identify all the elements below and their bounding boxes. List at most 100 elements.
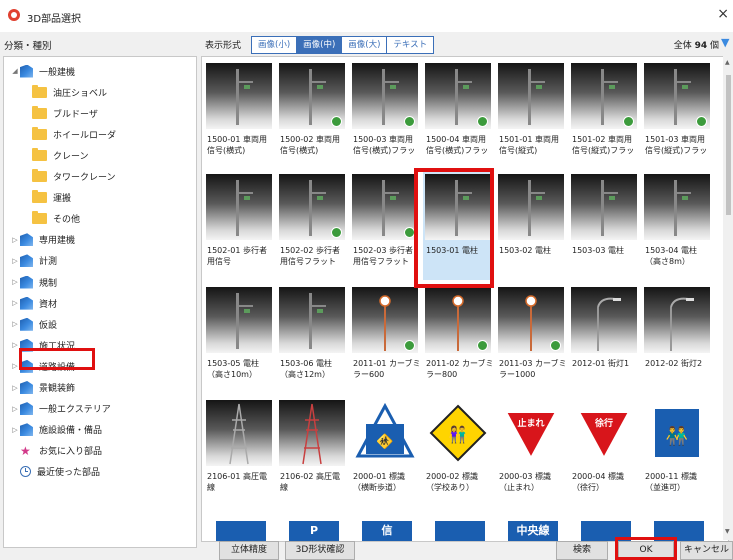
- part-item[interactable]: 1503-06 電柱 （高さ12m）: [277, 283, 347, 393]
- collapsed-arrow-icon[interactable]: ▷: [10, 384, 20, 392]
- folder-icon: [32, 84, 47, 98]
- flat-badge-icon: [331, 227, 342, 238]
- part-label: 2000-01 標識 （横断歩道）: [353, 472, 405, 492]
- folder-icon: [32, 126, 47, 140]
- tree-item[interactable]: ▷ 計測: [10, 251, 57, 271]
- part-thumbnail-partial[interactable]: [425, 511, 491, 541]
- solid-precision-button[interactable]: 立体精度: [219, 541, 279, 560]
- part-thumbnail: [206, 174, 272, 240]
- display-mode-option[interactable]: テキスト: [387, 37, 434, 53]
- flat-badge-icon: [623, 116, 634, 127]
- collapsed-arrow-icon[interactable]: ▷: [10, 405, 20, 413]
- tree-item[interactable]: 最近使った部品: [10, 462, 100, 482]
- scroll-thumb[interactable]: [726, 75, 731, 215]
- collapsed-arrow-icon[interactable]: ▷: [10, 320, 20, 328]
- tree-item-label: 一般建機: [39, 67, 76, 78]
- folder-icon: [32, 147, 47, 161]
- part-item[interactable]: 1502-01 歩行者 用信号: [204, 170, 274, 280]
- svg-text:🚸: 🚸: [376, 433, 393, 450]
- part-item[interactable]: 2012-02 街灯2: [642, 283, 712, 393]
- tree-item[interactable]: タワークレーン: [32, 167, 116, 187]
- tree-item[interactable]: ▷ 景観装飾: [10, 378, 75, 398]
- part-thumbnail: [571, 63, 637, 129]
- collapsed-arrow-icon[interactable]: ▷: [10, 278, 20, 286]
- part-item[interactable]: 1503-03 電柱: [569, 170, 639, 280]
- tree-item-label: 専用建機: [39, 236, 76, 247]
- part-thumbnail-partial[interactable]: 信: [352, 511, 418, 541]
- part-item[interactable]: 2011-03 カーブミ ラー1000: [496, 283, 567, 393]
- tree-item-label: タワークレーン: [53, 173, 116, 183]
- collapsed-arrow-icon[interactable]: ▷: [10, 426, 20, 434]
- tree-item[interactable]: ホイールローダ: [32, 124, 116, 144]
- part-item[interactable]: 1501-03 車両用 信号(縦式)フラッ: [642, 59, 712, 169]
- scroll-down-icon[interactable]: ▼: [725, 528, 730, 535]
- shape-confirm-button[interactable]: 3D形状確認: [285, 541, 355, 560]
- part-thumbnail-partial[interactable]: [206, 511, 272, 541]
- part-item[interactable]: 2106-02 高圧電 線: [277, 396, 347, 506]
- display-mode-option[interactable]: 画像(小): [252, 37, 298, 53]
- tree-item[interactable]: 油圧ショベル: [32, 82, 107, 102]
- tree-item[interactable]: ▷ 施設設備・備品: [10, 420, 102, 440]
- collapsed-arrow-icon[interactable]: ▷: [10, 236, 20, 244]
- part-item[interactable]: 1500-04 車両用 信号(横式)フラッ: [423, 59, 493, 169]
- window-title: 3D部品選択: [27, 14, 82, 25]
- tree-item[interactable]: ◢ 一般建機: [10, 61, 75, 81]
- part-thumbnail-partial[interactable]: 中央線: [498, 511, 564, 541]
- part-item[interactable]: 1500-01 車両用 信号(横式): [204, 59, 274, 169]
- part-item[interactable]: 徐行 2000-04 標識 （徐行）: [569, 396, 639, 506]
- part-thumbnail-partial[interactable]: P: [279, 511, 345, 541]
- close-button[interactable]: ×: [717, 6, 729, 22]
- part-item[interactable]: 👫 2000-02 標識 （学校あり）: [423, 396, 493, 506]
- tree-item[interactable]: ブルドーザ: [32, 103, 98, 123]
- part-item[interactable]: 2012-01 街灯1: [569, 283, 639, 393]
- tree-item-label: 資材: [39, 299, 58, 310]
- tree-item[interactable]: その他: [32, 209, 80, 229]
- part-item[interactable]: 1503-02 電柱: [496, 170, 566, 280]
- flat-badge-icon: [477, 116, 488, 127]
- part-item[interactable]: 1500-02 車両用 信号(横式): [277, 59, 347, 169]
- building-icon: [20, 317, 33, 331]
- tree-item[interactable]: ▷ 仮設: [10, 314, 57, 334]
- part-item[interactable]: 2011-02 カーブミ ラー800: [423, 283, 494, 393]
- tree-item-label: 規制: [39, 278, 58, 289]
- tree-item[interactable]: ▷ 資材: [10, 293, 57, 313]
- pin-icon: ★: [20, 443, 31, 458]
- part-thumbnail: [498, 174, 564, 240]
- part-thumbnail: [498, 287, 564, 353]
- tree-item[interactable]: ★ お気に入り部品: [10, 441, 102, 461]
- display-mode-option[interactable]: 画像(大): [342, 37, 388, 53]
- tree-item[interactable]: ▷ 一般エクステリア: [10, 399, 111, 419]
- filter-icon[interactable]: ▼: [721, 36, 731, 49]
- part-label: 1500-03 車両用 信号(横式)フラッ: [353, 135, 416, 155]
- part-item[interactable]: 1503-05 電柱 （高さ10m）: [204, 283, 274, 393]
- cancel-button[interactable]: キャンセル: [680, 541, 733, 560]
- part-item[interactable]: 1500-03 車両用 信号(横式)フラッ: [350, 59, 420, 169]
- part-thumbnail: 🚸: [352, 400, 418, 466]
- part-item[interactable]: 1501-01 車両用 信号(縦式): [496, 59, 566, 169]
- app-icon: [8, 9, 20, 21]
- part-item[interactable]: 👬 2000-11 標識 （並進可）: [642, 396, 712, 506]
- part-item[interactable]: 止まれ 2000-03 標識 （止まれ）: [496, 396, 566, 506]
- tree-item[interactable]: ▷ 規制: [10, 272, 57, 292]
- tree-item[interactable]: 運搬: [32, 188, 71, 208]
- flat-badge-icon: [331, 116, 342, 127]
- part-item[interactable]: 🚸 2000-01 標識 （横断歩道）: [350, 396, 420, 506]
- collapsed-arrow-icon[interactable]: ▷: [10, 299, 20, 307]
- tree-item[interactable]: ▷ 専用建機: [10, 230, 75, 250]
- expanded-arrow-icon[interactable]: ◢: [10, 67, 20, 75]
- part-item[interactable]: 1501-02 車両用 信号(縦式)フラッ: [569, 59, 639, 169]
- tree-item[interactable]: クレーン: [32, 145, 89, 165]
- part-label: 1503-05 電柱 （高さ10m）: [207, 359, 259, 379]
- search-button[interactable]: 検索: [556, 541, 608, 560]
- part-item[interactable]: 1502-03 歩行者 用信号フラット: [350, 170, 420, 280]
- part-item[interactable]: 2011-01 カーブミ ラー600: [350, 283, 421, 393]
- highlight-box-ok: [615, 537, 677, 560]
- display-mode-option[interactable]: 画像(中): [297, 37, 343, 53]
- collapsed-arrow-icon[interactable]: ▷: [10, 257, 20, 265]
- folder-icon: [32, 211, 47, 225]
- tree-item-label: 油圧ショベル: [53, 88, 108, 99]
- part-item[interactable]: 2106-01 高圧電 線: [204, 396, 274, 506]
- scroll-up-icon[interactable]: ▲: [725, 59, 730, 66]
- part-item[interactable]: 1502-02 歩行者 用信号フラット: [277, 170, 347, 280]
- part-item[interactable]: 1503-04 電柱 （高さ8m）: [642, 170, 712, 280]
